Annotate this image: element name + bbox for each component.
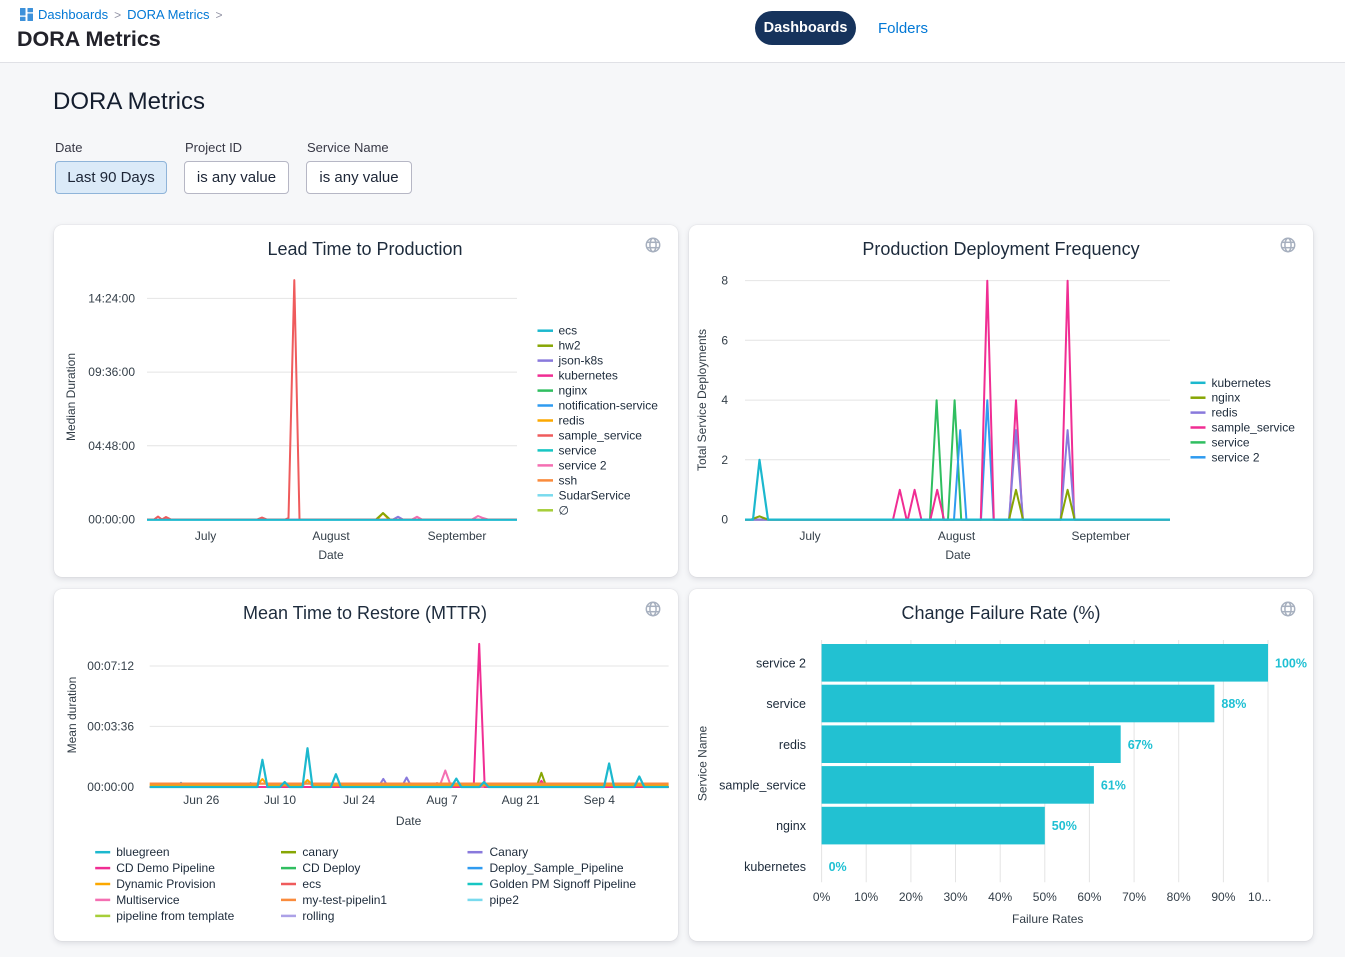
svg-text:Canary: Canary [490,845,529,859]
svg-text:July: July [799,529,820,543]
svg-text:Change Failure Rate (%): Change Failure Rate (%) [901,603,1100,623]
svg-text:hw2: hw2 [559,339,581,353]
svg-text:notification-service: notification-service [559,399,659,413]
svg-text:2: 2 [721,453,728,467]
svg-text:Jun 26: Jun 26 [183,793,219,807]
svg-text:redis: redis [1212,406,1238,420]
svg-text:CD Deploy: CD Deploy [302,861,360,875]
svg-text:∅: ∅ [559,503,569,517]
svg-text:04:48:00: 04:48:00 [88,439,135,453]
svg-text:kubernetes: kubernetes [1212,376,1271,390]
svg-text:kubernetes: kubernetes [559,369,618,383]
svg-text:Date: Date [945,548,971,562]
svg-text:sample_service: sample_service [1212,421,1296,435]
svg-text:Production Deployment Frequenc: Production Deployment Frequency [862,239,1139,259]
svg-text:30%: 30% [943,890,967,904]
svg-text:Golden PM Signoff Pipeline: Golden PM Signoff Pipeline [490,877,637,891]
svg-text:sample_service: sample_service [559,429,643,443]
svg-text:Multiservice: Multiservice [116,893,180,907]
svg-text:SudarService: SudarService [559,488,631,502]
svg-text:00:03:36: 00:03:36 [87,719,134,733]
svg-text:service 2: service 2 [559,458,607,472]
svg-text:10...: 10... [1248,890,1271,904]
svg-text:61%: 61% [1101,779,1126,793]
svg-text:90%: 90% [1211,890,1235,904]
svg-text:Sep 4: Sep 4 [584,793,616,807]
svg-text:nginx: nginx [559,384,588,398]
svg-text:Aug 21: Aug 21 [502,793,540,807]
svg-text:Aug 7: Aug 7 [426,793,458,807]
svg-text:service 2: service 2 [1212,450,1260,464]
svg-text:kubernetes: kubernetes [744,860,806,874]
svg-text:Jul 10: Jul 10 [264,793,296,807]
svg-text:Deploy_Sample_Pipeline: Deploy_Sample_Pipeline [490,861,624,875]
svg-text:00:07:12: 00:07:12 [87,659,134,673]
svg-text:Jul 24: Jul 24 [343,793,375,807]
svg-text:50%: 50% [1033,890,1057,904]
svg-text:0: 0 [721,513,728,527]
svg-text:40%: 40% [988,890,1012,904]
svg-text:nginx: nginx [1212,391,1241,405]
svg-text:ecs: ecs [302,877,321,891]
svg-text:nginx: nginx [776,819,807,833]
svg-text:Dynamic Provision: Dynamic Provision [116,877,215,891]
svg-text:00:00:00: 00:00:00 [88,513,135,527]
svg-text:80%: 80% [1167,890,1191,904]
svg-text:redis: redis [779,738,806,752]
svg-text:70%: 70% [1122,890,1146,904]
svg-text:July: July [195,529,216,543]
svg-text:service 2: service 2 [756,656,806,670]
svg-text:canary: canary [302,845,338,859]
svg-text:00:00:00: 00:00:00 [87,780,134,794]
svg-text:09:36:00: 09:36:00 [88,365,135,379]
svg-text:service: service [1212,435,1250,449]
svg-text:Mean duration: Mean duration [65,677,79,754]
svg-text:my-test-pipelin1: my-test-pipelin1 [302,893,387,907]
svg-text:Lead Time to Production: Lead Time to Production [267,239,462,259]
svg-text:pipeline from template: pipeline from template [116,909,234,923]
svg-text:Date: Date [396,814,422,828]
svg-text:service: service [766,697,806,711]
svg-text:redis: redis [559,414,585,428]
svg-text:September: September [1071,529,1130,543]
svg-text:Date: Date [318,548,344,562]
svg-text:88%: 88% [1221,697,1246,711]
svg-text:json-k8s: json-k8s [558,354,604,368]
svg-text:Failure Rates: Failure Rates [1012,912,1083,926]
svg-text:September: September [428,529,487,543]
svg-text:50%: 50% [1052,819,1077,833]
svg-text:Total Service Deployments: Total Service Deployments [695,329,709,471]
svg-text:Median Duration: Median Duration [64,353,78,441]
svg-text:Mean Time to Restore (MTTR): Mean Time to Restore (MTTR) [243,603,487,623]
svg-text:Service Name: Service Name [696,725,710,801]
svg-text:August: August [938,529,976,543]
svg-text:0%: 0% [829,860,847,874]
svg-text:6: 6 [721,333,728,347]
svg-text:ecs: ecs [559,324,578,338]
svg-text:bluegreen: bluegreen [116,845,169,859]
svg-text:67%: 67% [1128,738,1153,752]
svg-text:sample_service: sample_service [719,779,806,793]
svg-text:rolling: rolling [302,909,334,923]
svg-text:August: August [312,529,350,543]
svg-text:0%: 0% [813,890,831,904]
svg-text:ssh: ssh [559,473,578,487]
svg-text:20%: 20% [899,890,923,904]
svg-text:10%: 10% [854,890,878,904]
svg-text:8: 8 [721,274,728,288]
svg-text:4: 4 [721,393,728,407]
svg-text:60%: 60% [1077,890,1101,904]
svg-text:100%: 100% [1275,656,1307,670]
svg-text:CD Demo Pipeline: CD Demo Pipeline [116,861,215,875]
svg-text:service: service [559,443,597,457]
svg-text:pipe2: pipe2 [490,893,520,907]
svg-text:14:24:00: 14:24:00 [88,291,135,305]
